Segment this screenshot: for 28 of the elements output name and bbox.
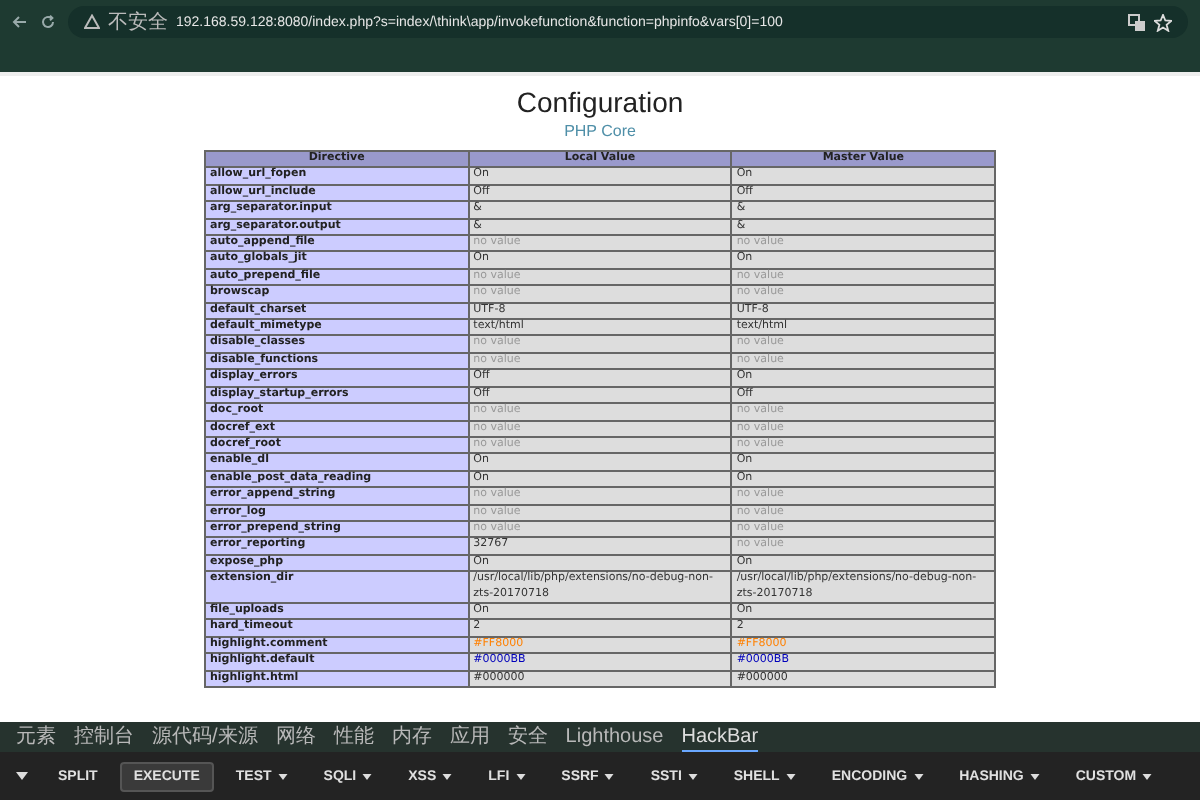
warning-icon	[84, 14, 100, 30]
caret-icon	[785, 773, 796, 779]
back-icon[interactable]	[12, 14, 28, 30]
devtools-tab[interactable]: 性能	[333, 723, 374, 751]
caret-icon	[687, 773, 698, 779]
devtools-tab[interactable]: 控制台	[74, 723, 134, 751]
devtools-tab[interactable]: 安全	[507, 723, 548, 751]
devtools-tab[interactable]: 内存	[391, 723, 432, 751]
star-icon[interactable]	[1154, 13, 1172, 31]
caret-icon	[515, 773, 526, 779]
page-title: Configuration	[516, 86, 684, 120]
caret-icon	[442, 773, 453, 779]
security-label: 不安全	[108, 9, 168, 36]
devtools-tab[interactable]: 源代码/来源	[152, 723, 258, 751]
caret-icon	[913, 773, 924, 779]
section-heading: PHP Core	[564, 120, 636, 142]
caret-icon	[1142, 773, 1153, 779]
translate-icon[interactable]	[1128, 13, 1146, 31]
devtools-tab[interactable]: Lighthouse	[565, 723, 664, 751]
caret-icon	[1029, 773, 1040, 779]
caret-icon	[604, 773, 615, 779]
caret-icon	[362, 773, 373, 779]
devtools-tab[interactable]: 应用	[449, 723, 490, 751]
devtools-tab[interactable]: 元素	[16, 723, 56, 751]
devtools-tab[interactable]: 网络	[275, 723, 316, 751]
caret-icon[interactable]	[16, 772, 28, 780]
reload-icon[interactable]	[40, 14, 56, 30]
caret-icon	[277, 773, 288, 779]
